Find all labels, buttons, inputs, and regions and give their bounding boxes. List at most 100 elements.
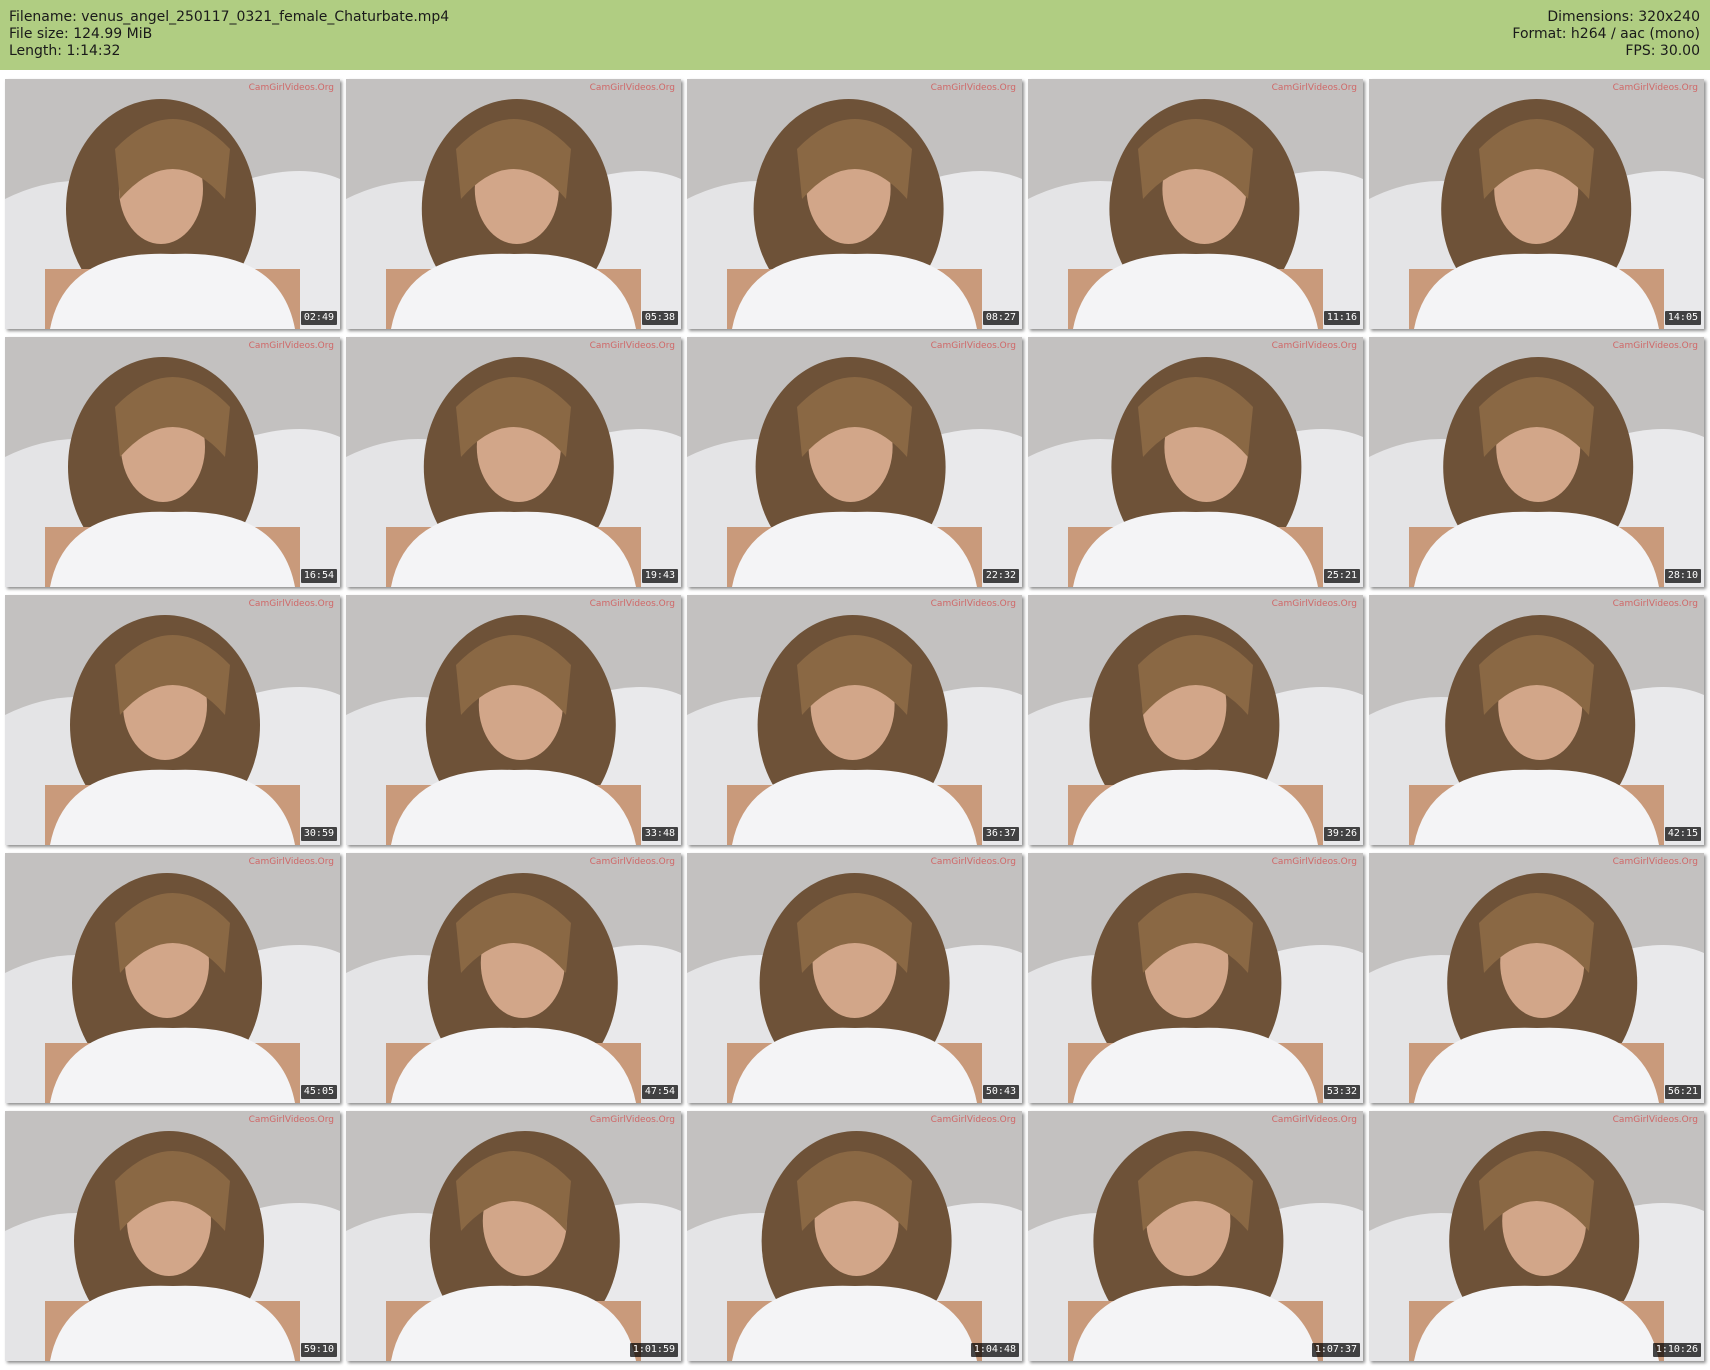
frame-image — [5, 1111, 340, 1361]
watermark: CamGirlVideos.Org — [589, 83, 675, 93]
watermark: CamGirlVideos.Org — [1612, 857, 1698, 867]
video-frame-thumbnail[interactable]: CamGirlVideos.Org 45:05 — [5, 853, 340, 1103]
format-text: Format: h264 / aac (mono) — [1512, 26, 1700, 42]
timestamp-label: 36:37 — [982, 827, 1019, 841]
filename-text: Filename: venus_angel_250117_0321_female… — [9, 9, 450, 25]
timestamp-label: 33:48 — [641, 827, 678, 841]
timestamp-label: 50:43 — [982, 1085, 1019, 1099]
frame-image — [1369, 1111, 1704, 1361]
watermark: CamGirlVideos.Org — [1612, 341, 1698, 351]
watermark: CamGirlVideos.Org — [248, 341, 334, 351]
watermark: CamGirlVideos.Org — [248, 83, 334, 93]
watermark: CamGirlVideos.Org — [1271, 83, 1357, 93]
watermark: CamGirlVideos.Org — [589, 599, 675, 609]
watermark: CamGirlVideos.Org — [248, 857, 334, 867]
frame-image — [346, 853, 681, 1103]
timestamp-label: 08:27 — [982, 311, 1019, 325]
frame-image — [1369, 853, 1704, 1103]
timestamp-label: 59:10 — [300, 1343, 337, 1357]
frame-image — [1028, 1111, 1363, 1361]
video-frame-thumbnail[interactable]: CamGirlVideos.Org 30:59 — [5, 595, 340, 845]
video-frame-thumbnail[interactable]: CamGirlVideos.Org 19:43 — [346, 337, 681, 587]
frame-image — [1369, 595, 1704, 845]
frame-image — [1028, 337, 1363, 587]
watermark: CamGirlVideos.Org — [930, 857, 1016, 867]
video-frame-thumbnail[interactable]: CamGirlVideos.Org 25:21 — [1028, 337, 1363, 587]
frame-image — [346, 1111, 681, 1361]
timestamp-label: 28:10 — [1664, 569, 1701, 583]
watermark: CamGirlVideos.Org — [1612, 1115, 1698, 1125]
watermark: CamGirlVideos.Org — [1271, 1115, 1357, 1125]
video-frame-thumbnail[interactable]: CamGirlVideos.Org 36:37 — [687, 595, 1022, 845]
watermark: CamGirlVideos.Org — [1271, 857, 1357, 867]
timestamp-label: 02:49 — [300, 311, 337, 325]
frame-image — [5, 595, 340, 845]
timestamp-label: 1:01:59 — [629, 1343, 678, 1357]
video-frame-thumbnail[interactable]: CamGirlVideos.Org 28:10 — [1369, 337, 1704, 587]
frame-image — [1369, 79, 1704, 329]
timestamp-label: 39:26 — [1323, 827, 1360, 841]
video-frame-thumbnail[interactable]: CamGirlVideos.Org 53:32 — [1028, 853, 1363, 1103]
watermark: CamGirlVideos.Org — [1271, 599, 1357, 609]
watermark: CamGirlVideos.Org — [589, 341, 675, 351]
video-frame-thumbnail[interactable]: CamGirlVideos.Org 16:54 — [5, 337, 340, 587]
fps-text: FPS: 30.00 — [1625, 43, 1700, 59]
dimensions-text: Dimensions: 320x240 — [1547, 9, 1700, 25]
timestamp-label: 1:07:37 — [1311, 1343, 1360, 1357]
timestamp-label: 56:21 — [1664, 1085, 1701, 1099]
video-frame-thumbnail[interactable]: CamGirlVideos.Org 59:10 — [5, 1111, 340, 1361]
watermark: CamGirlVideos.Org — [248, 599, 334, 609]
frame-image — [687, 1111, 1022, 1361]
video-frame-thumbnail[interactable]: CamGirlVideos.Org 14:05 — [1369, 79, 1704, 329]
thumbnail-grid: CamGirlVideos.Org 02:49 CamGirlVideos.Org 0… — [5, 79, 1705, 1364]
watermark: CamGirlVideos.Org — [589, 857, 675, 867]
video-frame-thumbnail[interactable]: CamGirlVideos.Org 22:32 — [687, 337, 1022, 587]
frame-image — [687, 853, 1022, 1103]
frame-image — [1028, 79, 1363, 329]
timestamp-label: 47:54 — [641, 1085, 678, 1099]
video-frame-thumbnail[interactable]: CamGirlVideos.Org 56:21 — [1369, 853, 1704, 1103]
watermark: CamGirlVideos.Org — [1271, 341, 1357, 351]
timestamp-label: 1:04:48 — [970, 1343, 1019, 1357]
frame-image — [687, 595, 1022, 845]
timestamp-label: 30:59 — [300, 827, 337, 841]
frame-image — [5, 337, 340, 587]
frame-image — [687, 337, 1022, 587]
frame-image — [346, 595, 681, 845]
video-frame-thumbnail[interactable]: CamGirlVideos.Org 11:16 — [1028, 79, 1363, 329]
watermark: CamGirlVideos.Org — [930, 83, 1016, 93]
video-frame-thumbnail[interactable]: CamGirlVideos.Org 02:49 — [5, 79, 340, 329]
timestamp-label: 1:10:26 — [1652, 1343, 1701, 1357]
timestamp-label: 22:32 — [982, 569, 1019, 583]
timestamp-label: 14:05 — [1664, 311, 1701, 325]
frame-image — [1369, 337, 1704, 587]
video-frame-thumbnail[interactable]: CamGirlVideos.Org 1:10:26 — [1369, 1111, 1704, 1361]
video-frame-thumbnail[interactable]: CamGirlVideos.Org 05:38 — [346, 79, 681, 329]
timestamp-label: 05:38 — [641, 311, 678, 325]
frame-image — [5, 853, 340, 1103]
video-frame-thumbnail[interactable]: CamGirlVideos.Org 42:15 — [1369, 595, 1704, 845]
frame-image — [346, 337, 681, 587]
frame-image — [5, 79, 340, 329]
video-frame-thumbnail[interactable]: CamGirlVideos.Org 33:48 — [346, 595, 681, 845]
video-frame-thumbnail[interactable]: CamGirlVideos.Org 08:27 — [687, 79, 1022, 329]
timestamp-label: 42:15 — [1664, 827, 1701, 841]
video-frame-thumbnail[interactable]: CamGirlVideos.Org 39:26 — [1028, 595, 1363, 845]
timestamp-label: 19:43 — [641, 569, 678, 583]
watermark: CamGirlVideos.Org — [930, 599, 1016, 609]
video-frame-thumbnail[interactable]: CamGirlVideos.Org 1:07:37 — [1028, 1111, 1363, 1361]
watermark: CamGirlVideos.Org — [930, 1115, 1016, 1125]
watermark: CamGirlVideos.Org — [1612, 83, 1698, 93]
info-header: Filename: venus_angel_250117_0321_female… — [0, 0, 1710, 70]
timestamp-label: 53:32 — [1323, 1085, 1360, 1099]
video-frame-thumbnail[interactable]: CamGirlVideos.Org 50:43 — [687, 853, 1022, 1103]
video-frame-thumbnail[interactable]: CamGirlVideos.Org 47:54 — [346, 853, 681, 1103]
video-frame-thumbnail[interactable]: CamGirlVideos.Org 1:04:48 — [687, 1111, 1022, 1361]
frame-image — [687, 79, 1022, 329]
timestamp-label: 11:16 — [1323, 311, 1360, 325]
timestamp-label: 16:54 — [300, 569, 337, 583]
watermark: CamGirlVideos.Org — [1612, 599, 1698, 609]
video-frame-thumbnail[interactable]: CamGirlVideos.Org 1:01:59 — [346, 1111, 681, 1361]
watermark: CamGirlVideos.Org — [589, 1115, 675, 1125]
watermark: CamGirlVideos.Org — [930, 341, 1016, 351]
